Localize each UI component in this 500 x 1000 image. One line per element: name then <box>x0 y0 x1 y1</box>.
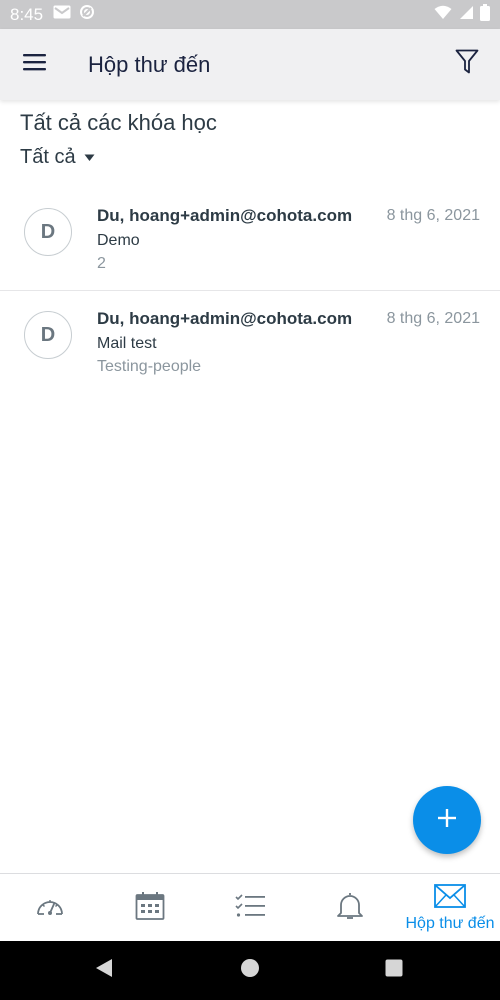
nav-todo[interactable] <box>200 874 300 942</box>
inbox-screen: 8:45 Hộp thư đến Tất cả các khóa học Tất… <box>0 0 500 1000</box>
system-navigation-bar <box>0 941 500 1000</box>
message-date: 8 thg 6, 2021 <box>386 310 480 327</box>
gmail-notification-icon <box>53 5 71 24</box>
nav-calendar[interactable] <box>100 874 200 942</box>
dropdown-arrow-icon <box>84 149 95 167</box>
filter-button[interactable] <box>446 43 488 85</box>
nav-notifications[interactable] <box>300 874 400 942</box>
message-list-item[interactable]: D Du, hoang+admin@cohota.com 8 thg 6, 20… <box>0 290 500 393</box>
system-recents-button[interactable] <box>364 941 424 1000</box>
course-filter-heading: Tất cả các khóa học <box>20 110 217 135</box>
bottom-navigation: Hộp thư đến <box>0 873 500 942</box>
hamburger-menu-icon <box>23 53 47 76</box>
filter-funnel-icon <box>455 49 479 80</box>
message-sender: Du, hoang+admin@cohota.com <box>97 206 353 225</box>
battery-icon <box>480 3 490 26</box>
dashboard-icon <box>35 895 65 922</box>
message-preview: Testing-people <box>97 358 202 375</box>
calendar-icon <box>135 891 165 926</box>
status-time: 8:45 <box>10 4 44 24</box>
recents-square-icon <box>385 959 403 982</box>
message-list-item[interactable]: D Du, hoang+admin@cohota.com 8 thg 6, 20… <box>0 188 500 290</box>
system-home-button[interactable] <box>220 941 280 1000</box>
system-back-button[interactable] <box>74 941 134 1000</box>
compose-message-button[interactable] <box>413 786 481 854</box>
sender-avatar: D <box>24 208 72 256</box>
home-circle-icon <box>240 958 260 983</box>
nav-inbox-label: Hộp thư đến <box>405 914 495 932</box>
sender-avatar: D <box>24 311 72 359</box>
plus-icon <box>437 808 457 833</box>
back-triangle-icon <box>95 958 113 983</box>
page-title: Hộp thư đến <box>88 52 211 77</box>
app-bar: Hộp thư đến <box>0 29 500 100</box>
course-filter-dropdown[interactable]: Tất cả <box>20 146 95 169</box>
cell-signal-icon <box>458 5 474 25</box>
menu-button[interactable] <box>14 43 56 85</box>
message-preview: 2 <box>97 255 106 272</box>
todo-list-icon <box>234 893 266 924</box>
sync-status-icon <box>79 4 95 25</box>
nav-dashboard[interactable] <box>0 874 100 942</box>
nav-inbox[interactable]: Hộp thư đến <box>400 874 500 942</box>
bell-icon <box>335 891 365 926</box>
status-bar: 8:45 <box>0 0 500 29</box>
course-filter-selected: Tất cả <box>20 146 76 168</box>
mail-icon <box>434 883 466 913</box>
message-subject: Demo <box>97 232 140 249</box>
message-sender: Du, hoang+admin@cohota.com <box>97 309 353 328</box>
message-subject: Mail test <box>97 335 157 352</box>
message-list: D Du, hoang+admin@cohota.com 8 thg 6, 20… <box>0 188 500 393</box>
message-date: 8 thg 6, 2021 <box>386 207 480 224</box>
wifi-icon <box>434 5 452 25</box>
